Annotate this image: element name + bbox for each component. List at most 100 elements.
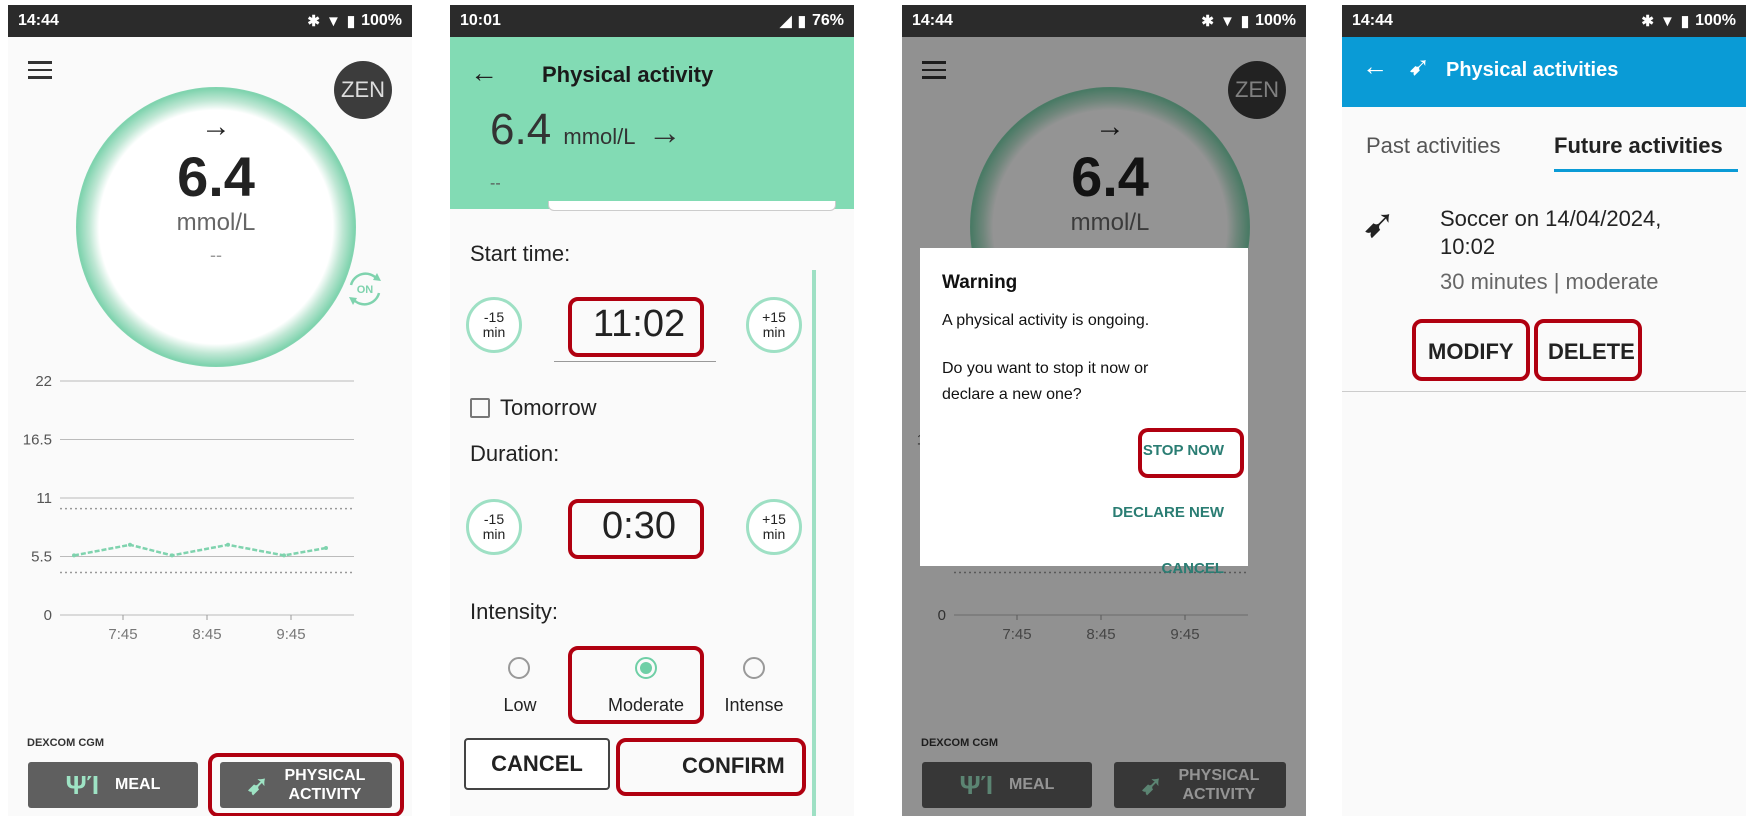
y-tick-label: 5.5 [31, 549, 52, 566]
intensity-intense-label: Intense [724, 695, 784, 715]
tomorrow-checkbox[interactable] [470, 398, 490, 418]
avatar[interactable]: ZEN [334, 61, 392, 119]
status-time: 10:01 [460, 12, 501, 29]
cancel-button[interactable]: CANCEL [464, 738, 610, 790]
declare-new-button[interactable]: DECLARE NEW [1070, 504, 1224, 521]
start-plus-button[interactable]: +15 min [746, 297, 802, 353]
battery-level: 100% [1255, 12, 1296, 29]
glucose-point [128, 542, 132, 547]
dialog-line-2: Do you want to stop it now or [942, 360, 1149, 377]
glucose-unit: mmol/L [176, 209, 256, 236]
x-tick-label: 7:45 [108, 626, 137, 643]
highlight-duration [568, 499, 704, 559]
x-tick-label: 9:45 [276, 626, 305, 643]
activities-list-screen: 14:44 ✱ ▼ ▮ 100% ← ➹ Physical activities… [1342, 5, 1746, 816]
glucose-point [282, 553, 286, 558]
activity-details: 30 minutes | moderate [1440, 269, 1659, 294]
svg-text:ON: ON [357, 284, 374, 296]
status-bar: 10:01 ◢ ▮ 76% [450, 5, 854, 37]
app-bar: ← ➹ Physical activities [1342, 37, 1746, 107]
warning-dialog: Warning A physical activity is ongoing. … [920, 248, 1248, 577]
glucose-point [72, 553, 76, 558]
dialog-cancel-button[interactable]: CANCEL [1100, 560, 1225, 577]
duration-label: Duration: [470, 441, 560, 466]
y-tick-label: 0 [44, 607, 52, 624]
highlight-physical-activity [208, 753, 404, 816]
highlight-delete [1534, 319, 1642, 381]
glucose-trend: -- [490, 175, 501, 192]
y-tick-label: 11 [36, 490, 52, 507]
physical-activity-form: 10:01 ◢ ▮ 76% ← Physical activity 6.4 mm… [450, 5, 854, 816]
scrollbar[interactable] [812, 270, 816, 816]
glucose-point [226, 542, 230, 547]
bluetooth-icon: ✱ [307, 13, 320, 30]
battery-level: 76% [811, 12, 844, 29]
glucose-series-line [73, 543, 327, 557]
intensity-low-radio[interactable] [508, 657, 530, 679]
activity-title[interactable]: Soccer on 14/04/2024, 10:02 [1440, 205, 1661, 260]
warning-dialog-screen: 14:44 ✱ ▼ ▮ 100% ZEN → 6.4 mmol/L 2216.5… [902, 5, 1306, 816]
dialog-line-3: declare a new one? [942, 386, 1082, 403]
source-label: DEXCOM CGM [27, 737, 104, 749]
sync-on-icon[interactable]: ON [343, 267, 387, 311]
battery-level: 100% [1695, 12, 1736, 29]
battery-icon: ▮ [1680, 13, 1690, 30]
page-title: Physical activities [1446, 59, 1619, 81]
highlight-stop-now [1138, 428, 1244, 478]
glucose-trend: -- [210, 245, 222, 265]
battery-icon: ▮ [797, 13, 806, 30]
battery-level: 100% [361, 12, 402, 29]
runner-icon: ➹ [1362, 202, 1396, 246]
dialog-line-1: A physical activity is ongoing. [942, 312, 1150, 329]
start-time-label: Start time: [470, 241, 571, 266]
status-time: 14:44 [18, 12, 59, 29]
battery-icon: ▮ [1240, 13, 1250, 30]
highlight-modify [1412, 319, 1530, 381]
start-minus-button[interactable]: -15 min [466, 297, 522, 353]
status-time: 14:44 [1352, 12, 1393, 29]
glucose-readout: → 6.4 mmol/L -- [116, 110, 316, 266]
status-bar: 14:44 ✱ ▼ ▮ 100% [8, 5, 412, 37]
glucose-point [170, 553, 174, 558]
battery-icon: ▮ [346, 13, 356, 30]
trend-arrow-icon: → [647, 114, 682, 152]
back-arrow-icon[interactable]: ← [1362, 51, 1388, 82]
tab-future-activities[interactable]: Future activities [1554, 133, 1723, 159]
glucose-value: 6.4 [177, 145, 255, 208]
wifi-icon: ▼ [1659, 12, 1675, 30]
glucose-chart-svg: 22 16.5 11 5.5 0 7:45 8:45 9:45 [23, 375, 354, 643]
wifi-icon: ▼ [325, 12, 341, 30]
meal-button[interactable]: ΨΊ MEAL [28, 762, 198, 808]
fork-knife-icon: ΨΊ [65, 769, 100, 800]
home-screen: 14:44 ✱ ▼ ▮ 100% ZEN → 6.4 mmol/L -- ON … [8, 5, 412, 816]
highlight-moderate [568, 646, 704, 724]
list-divider [1342, 391, 1746, 392]
y-tick-label: 16.5 [23, 432, 52, 449]
highlight-confirm [616, 738, 806, 796]
status-time: 14:44 [912, 12, 953, 29]
tab-indicator [1554, 169, 1738, 172]
duration-plus-button[interactable]: +15 min [746, 499, 802, 555]
glucose-point [324, 545, 328, 550]
glucose-value: 6.4 [490, 105, 552, 154]
back-arrow-icon[interactable]: ← [470, 57, 498, 89]
activity-type-field[interactable] [548, 201, 836, 211]
wifi-icon: ▼ [1219, 12, 1235, 30]
intensity-low-label: Low [503, 695, 537, 715]
status-bar: 14:44 ✱ ▼ ▮ 100% [1342, 5, 1746, 37]
runner-icon: ➹ [1408, 51, 1430, 81]
intensity-intense-radio[interactable] [743, 657, 765, 679]
intensity-label: Intensity: [470, 599, 559, 624]
dialog-title: Warning [942, 272, 1018, 293]
tomorrow-label: Tomorrow [500, 395, 597, 420]
bluetooth-icon: ✱ [1641, 13, 1654, 30]
duration-minus-button[interactable]: -15 min [466, 499, 522, 555]
glucose-readout: 6.4 mmol/L → [490, 105, 682, 155]
start-time-underline [554, 361, 716, 362]
y-tick-label: 22 [35, 375, 52, 390]
trend-arrow-icon: → [201, 110, 231, 143]
menu-icon[interactable] [28, 61, 52, 79]
meal-label: MEAL [115, 776, 161, 793]
tab-past-activities[interactable]: Past activities [1366, 133, 1501, 159]
glucose-unit: mmol/L [563, 124, 636, 149]
